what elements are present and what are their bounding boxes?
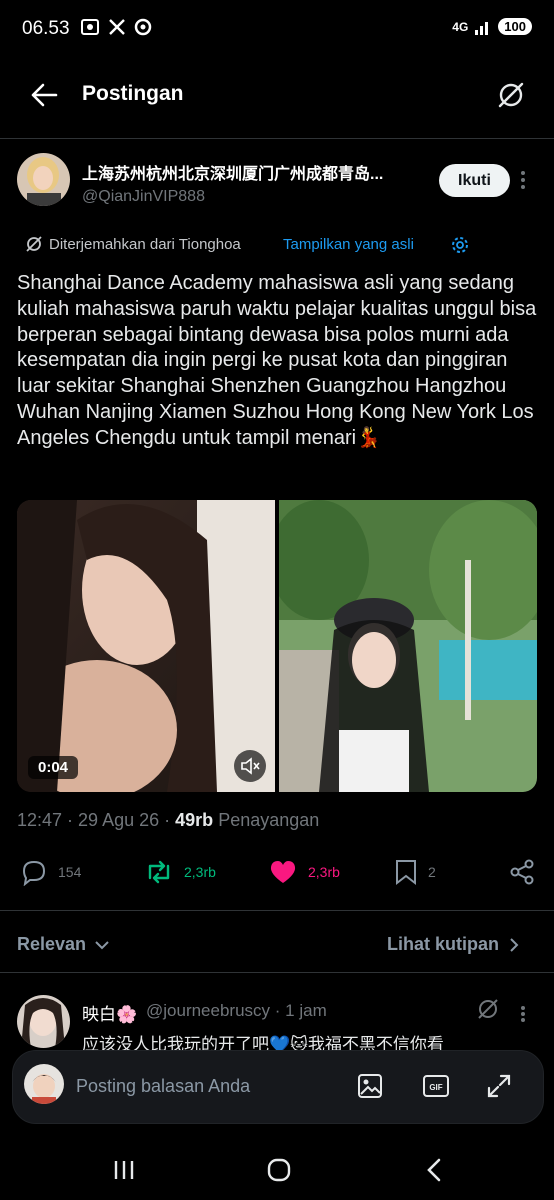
reply-action[interactable]: 154: [20, 858, 81, 886]
reply-handle[interactable]: @journeebruscy: [146, 1001, 270, 1020]
battery-level: 100: [498, 18, 532, 35]
gif-icon: GIF: [423, 1075, 449, 1097]
tweet-text: Shanghai Dance Academy mahasiswa asli ya…: [17, 272, 537, 449]
follow-button[interactable]: Ikuti: [439, 164, 510, 197]
mute-button[interactable]: [234, 750, 266, 782]
grok-button[interactable]: [496, 80, 526, 110]
bookmark-action[interactable]: 2: [394, 858, 436, 886]
more-vertical-icon: [521, 1006, 525, 1022]
status-time: 06.53: [22, 18, 70, 39]
recents-icon: [114, 1161, 134, 1179]
sort-label: Relevan: [17, 934, 87, 954]
reply-time: 1 jam: [285, 1001, 327, 1020]
quotes-label: Lihat kutipan: [387, 934, 499, 954]
back-button[interactable]: [30, 82, 58, 108]
video-duration: 0:04: [28, 756, 79, 779]
reply-author-name[interactable]: 映白🌸: [82, 1000, 137, 1025]
grok-translate-icon: [25, 235, 43, 253]
chevron-down-icon: [95, 940, 109, 949]
grok-icon: [478, 999, 498, 1019]
share-action[interactable]: [508, 858, 536, 886]
add-gif-button[interactable]: GIF: [422, 1073, 450, 1099]
bookmark-count: 2: [428, 864, 436, 880]
sort-relevant-button[interactable]: Relevan: [17, 934, 110, 955]
author-handle[interactable]: @QianJinVIP888: [82, 188, 205, 206]
network-type: 4G: [452, 19, 469, 34]
reply-avatar[interactable]: [17, 995, 70, 1048]
author-name[interactable]: 上海苏州杭州北京深圳厦门广州成都青岛...: [82, 160, 427, 184]
status-notification-icons: [80, 18, 152, 36]
view-count: 49rb: [175, 810, 214, 830]
back-arrow-icon: [31, 83, 58, 107]
translation-settings-button[interactable]: [450, 235, 470, 255]
photo-thumbnail[interactable]: [279, 500, 537, 792]
reply-icon: [22, 860, 46, 886]
back-chevron-icon: [427, 1158, 441, 1182]
author-avatar[interactable]: [17, 153, 70, 206]
translation-note: Diterjemahkan dari Tionghoa: [25, 235, 241, 253]
like-count: 2,3rb: [308, 864, 340, 880]
expand-compose-button[interactable]: [486, 1073, 512, 1099]
my-avatar: [24, 1064, 64, 1104]
tweet-meta: 12:47 · 29 Agu 26 · 49rb Penayangan: [17, 810, 320, 830]
screenshot-icon: [80, 18, 100, 36]
reply-input[interactable]: Posting balasan Anda: [76, 1076, 250, 1097]
heart-filled-icon: [270, 861, 296, 883]
home-button[interactable]: [266, 1157, 292, 1183]
reply-grok-button[interactable]: [476, 997, 500, 1021]
gear-icon: [452, 237, 468, 253]
translation-label: Diterjemahkan dari Tionghoa: [49, 235, 241, 253]
page-title: Postingan: [82, 82, 184, 105]
reply-handle-time: @journeebruscy · 1 jam: [146, 1001, 327, 1020]
reply-count: 154: [58, 864, 82, 880]
like-action[interactable]: 2,3rb: [268, 858, 340, 886]
status-right: 4G 100: [452, 18, 532, 35]
grok-icon: [498, 82, 524, 108]
x-logo-icon: [108, 18, 126, 36]
reply-more-button[interactable]: [520, 1005, 526, 1023]
tweet-time: 12:47: [17, 810, 63, 830]
more-options-button[interactable]: [520, 170, 526, 190]
system-back-button[interactable]: [424, 1157, 444, 1183]
circle-app-icon: [134, 18, 152, 36]
header-divider: [0, 138, 554, 139]
show-original-link[interactable]: Tampilkan yang asli: [283, 236, 414, 253]
bookmark-icon: [396, 860, 416, 886]
repost-count: 2,3rb: [184, 864, 216, 880]
actions-divider: [0, 910, 554, 911]
tweet-date: 29 Agu 26: [78, 810, 160, 830]
views-label: Penayangan: [218, 810, 320, 830]
repost-action[interactable]: 2,3rb: [144, 858, 216, 886]
image-icon: [358, 1074, 382, 1098]
video-thumbnail[interactable]: [17, 500, 275, 792]
muted-speaker-icon: [241, 757, 260, 775]
svg-text:GIF: GIF: [429, 1083, 442, 1092]
more-vertical-icon: [521, 171, 525, 189]
expand-icon: [487, 1074, 511, 1098]
share-icon: [510, 859, 534, 885]
chevron-right-icon: [510, 937, 519, 952]
view-quotes-button[interactable]: Lihat kutipan: [387, 934, 519, 955]
recent-apps-button[interactable]: [112, 1158, 136, 1182]
home-circle-icon: [267, 1158, 291, 1182]
repost-icon: [148, 860, 170, 884]
add-image-button[interactable]: [357, 1073, 383, 1099]
signal-icon: [474, 19, 492, 35]
sort-divider: [0, 972, 554, 973]
